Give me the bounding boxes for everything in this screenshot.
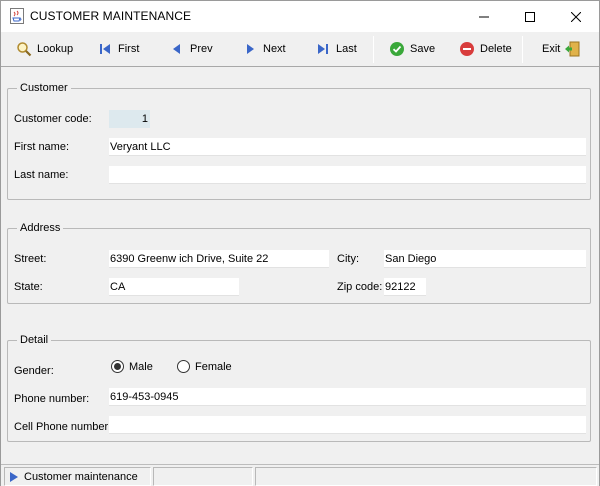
- close-button[interactable]: [553, 1, 599, 32]
- city-field[interactable]: [384, 250, 586, 268]
- zip-code-label: Zip code:: [337, 281, 383, 293]
- last-name-label: Last name:: [14, 169, 69, 181]
- gender-male-radio[interactable]: Male: [111, 360, 153, 373]
- radio-unselected-icon: [177, 360, 190, 373]
- cell-phone-label: Cell Phone number:: [14, 421, 112, 433]
- close-icon: [571, 11, 581, 22]
- exit-door-icon: [564, 41, 580, 57]
- zip-code-field[interactable]: [384, 278, 426, 296]
- status-text: Customer maintenance: [24, 470, 138, 483]
- state-field[interactable]: [109, 278, 239, 296]
- save-button[interactable]: Save: [389, 38, 435, 60]
- exit-label: Exit: [542, 43, 561, 55]
- status-cell-3: [255, 467, 597, 486]
- maximize-icon: [525, 11, 535, 22]
- gender-female-label: Female: [195, 360, 232, 373]
- maximize-button[interactable]: [507, 1, 553, 32]
- status-arrow-icon: [10, 471, 18, 482]
- first-name-label: First name:: [14, 141, 70, 153]
- minimize-icon: [479, 16, 489, 17]
- window-title: CUSTOMER MAINTENANCE: [30, 9, 192, 23]
- customer-code-label: Customer code:: [14, 113, 92, 125]
- next-label: Next: [263, 43, 286, 55]
- toolbar-separator: [522, 36, 523, 63]
- lookup-button[interactable]: Lookup: [16, 38, 73, 60]
- radio-selected-icon: [111, 360, 124, 373]
- street-field[interactable]: [109, 250, 329, 268]
- detail-legend: Detail: [20, 334, 49, 346]
- java-cup-icon: [10, 8, 24, 24]
- previous-record-icon: [169, 41, 185, 57]
- customer-maintenance-window: CUSTOMER MAINTENANCE Lookup First Prev N…: [0, 0, 600, 486]
- first-label: First: [118, 43, 140, 55]
- last-name-field[interactable]: [109, 166, 586, 184]
- toolbar: Lookup First Prev Next Last Save Delete …: [1, 32, 599, 67]
- gender-male-label: Male: [129, 360, 153, 373]
- save-label: Save: [410, 43, 436, 55]
- address-legend: Address: [20, 222, 61, 234]
- delete-button[interactable]: Delete: [459, 38, 512, 60]
- street-label: Street:: [14, 253, 47, 265]
- delete-label: Delete: [480, 43, 512, 55]
- magnifier-icon: [16, 41, 32, 57]
- gender-female-radio[interactable]: Female: [177, 360, 232, 373]
- exit-button[interactable]: Exit: [542, 38, 585, 60]
- phone-number-field[interactable]: [109, 388, 586, 406]
- toolbar-separator: [373, 36, 374, 63]
- first-record-icon: [97, 41, 113, 57]
- phone-number-label: Phone number:: [14, 393, 90, 405]
- delete-icon: [459, 41, 475, 57]
- title-bar: CUSTOMER MAINTENANCE: [1, 1, 599, 32]
- customer-legend: Customer: [20, 82, 68, 94]
- city-label: City:: [337, 253, 359, 265]
- state-label: State:: [14, 281, 43, 293]
- form-panel: Customer Customer code: First name: Last…: [1, 68, 599, 464]
- next-record-icon: [242, 41, 258, 57]
- last-button[interactable]: Last: [315, 38, 357, 60]
- minimize-button[interactable]: [461, 1, 507, 32]
- first-name-field[interactable]: [109, 138, 586, 156]
- status-cell-2: [153, 467, 253, 486]
- next-button[interactable]: Next: [242, 38, 286, 60]
- checkmark-icon: [389, 41, 405, 57]
- lookup-label: Lookup: [37, 43, 74, 55]
- customer-code-field[interactable]: [109, 110, 150, 128]
- last-record-icon: [315, 41, 331, 57]
- status-cell-main: Customer maintenance: [4, 467, 151, 486]
- first-button[interactable]: First: [97, 38, 139, 60]
- status-bar: Customer maintenance: [1, 464, 599, 486]
- prev-label: Prev: [190, 43, 213, 55]
- prev-button[interactable]: Prev: [169, 38, 213, 60]
- cell-phone-field[interactable]: [109, 416, 586, 434]
- gender-label: Gender:: [14, 365, 54, 377]
- last-label: Last: [336, 43, 357, 55]
